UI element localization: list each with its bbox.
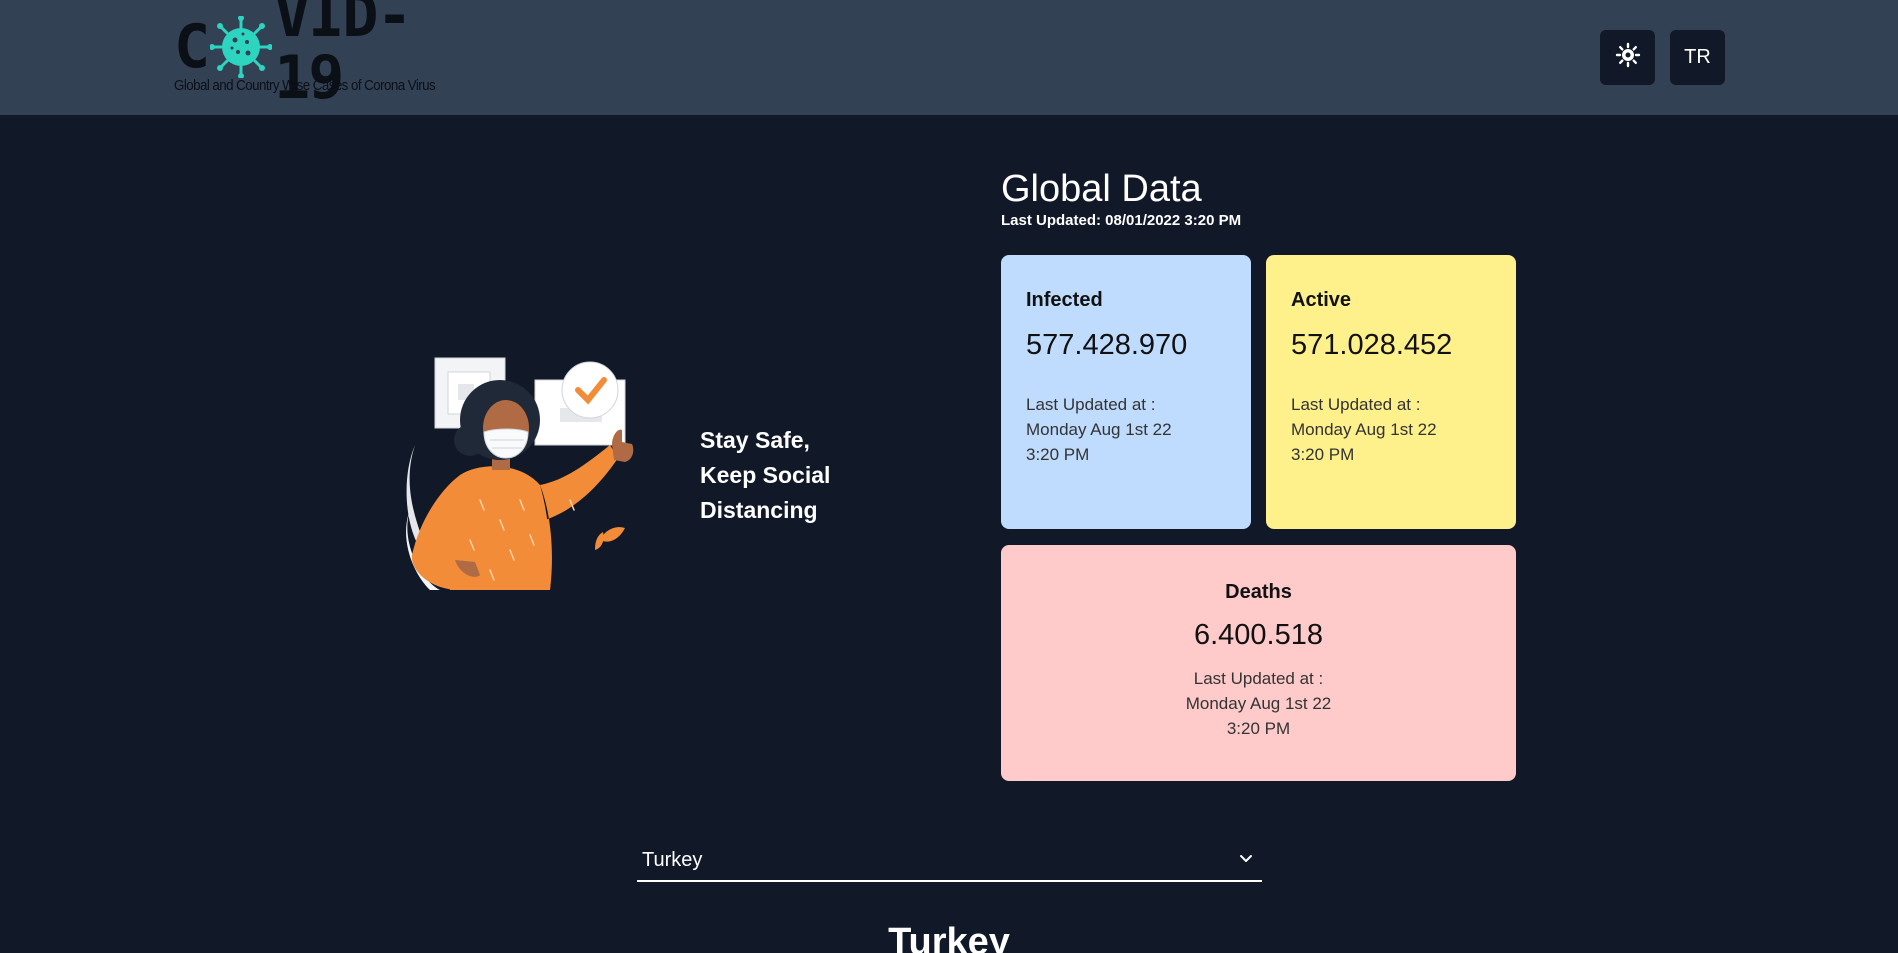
slogan-line-2: Keep Social <box>700 462 831 488</box>
active-value: 571.028.452 <box>1291 329 1453 361</box>
theme-toggle-button[interactable] <box>1600 30 1655 85</box>
active-note-line-1: Last Updated at : <box>1291 395 1421 414</box>
infected-note-line-2: Monday Aug 1st 22 <box>1026 420 1172 439</box>
logo-title: C VID-19 <box>174 0 446 109</box>
country-select-value: Turkey <box>642 848 703 871</box>
active-last-updated: Last Updated at : Monday Aug 1st 22 3:20… <box>1291 392 1491 467</box>
deaths-note-line-1: Last Updated at : <box>1193 669 1324 688</box>
active-note-line-3: 3:20 PM <box>1291 445 1355 464</box>
slogan-line-1: Stay Safe, <box>700 427 810 453</box>
active-title: Active <box>1291 289 1352 311</box>
stay-safe-slogan: Stay Safe, Keep Social Distancing <box>700 423 860 528</box>
infected-note-line-1: Last Updated at : <box>1026 395 1156 414</box>
active-card: Active 571.028.452 Last Updated at : Mon… <box>1266 255 1516 529</box>
virus-icon <box>209 15 274 79</box>
logo-subtitle: Global and Country Wise Cases of Corona … <box>174 78 436 94</box>
deaths-note-line-3: 3:20 PM <box>1226 719 1291 738</box>
deaths-card: Deaths 6.400.518 Last Updated at : Monda… <box>1001 545 1516 781</box>
woman-mask-illustration <box>400 350 660 595</box>
chevron-down-icon <box>1238 850 1254 866</box>
infected-note-line-3: 3:20 PM <box>1026 445 1090 464</box>
deaths-title: Deaths <box>1225 581 1292 603</box>
infected-last-updated: Last Updated at : Monday Aug 1st 22 3:20… <box>1026 392 1226 467</box>
infected-value: 577.428.970 <box>1026 329 1188 361</box>
language-button[interactable]: TR <box>1670 30 1725 85</box>
deaths-last-updated: Last Updated at : Monday Aug 1st 22 3:20… <box>1001 666 1516 741</box>
active-note-line-2: Monday Aug 1st 22 <box>1291 420 1437 439</box>
country-heading: Turkey <box>888 921 1010 953</box>
global-data-title: Global Data <box>1001 168 1202 210</box>
country-select[interactable]: Turkey <box>637 840 1262 882</box>
infected-title: Infected <box>1026 289 1103 311</box>
sun-icon <box>1615 42 1641 74</box>
logo-title-left: C <box>174 12 210 82</box>
deaths-value: 6.400.518 <box>1193 619 1323 651</box>
infected-card: Infected 577.428.970 Last Updated at : M… <box>1001 255 1251 529</box>
top-header: C VID-19 Global and Country Wise Cases o… <box>0 0 1898 115</box>
slogan-line-3: Distancing <box>700 497 818 523</box>
global-last-updated: Last Updated: 08/01/2022 3:20 PM <box>1001 212 1242 229</box>
covid-logo[interactable]: C VID-19 Global and Country Wise Cases o… <box>174 0 446 109</box>
deaths-note-line-2: Monday Aug 1st 22 <box>1185 694 1332 713</box>
